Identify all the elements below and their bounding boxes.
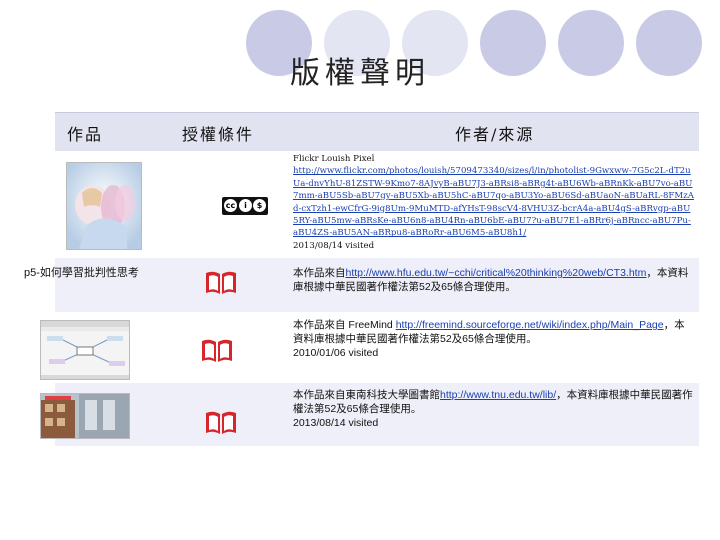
page-title: 版權聲明: [290, 56, 430, 91]
work-label: p5-如何學習批判性思考: [24, 267, 139, 279]
source-link[interactable]: http://www.flickr.com/photos/louish/5709…: [293, 165, 695, 239]
source-link[interactable]: http://freemind.sourceforge.net/wiki/ind…: [396, 319, 664, 331]
thumbnail-image: [40, 393, 130, 439]
source-name: Flickr Louish Pixel: [293, 154, 375, 164]
table-header: 作品 授權條件 作者/來源: [55, 112, 699, 151]
visited-date: 2013/08/14 visited: [293, 417, 379, 429]
book-icon: [202, 339, 232, 362]
source-link[interactable]: http://www.tnu.edu.tw/lib/: [440, 389, 556, 401]
cc-license-icon: cc i $: [222, 197, 268, 215]
visited-date: 2010/01/06 visited: [293, 347, 379, 359]
header-license: 授權條件: [182, 125, 255, 144]
header-author: 作者/來源: [455, 125, 535, 144]
source-credit: 本作品來自東南科技大學圖書館http://www.tnu.edu.tw/lib/…: [293, 388, 695, 430]
source-credit: 本作品來自 FreeMind http://freemind.sourcefor…: [293, 318, 695, 360]
source-credit: Flickr Louish Pixel http://www.flickr.co…: [293, 153, 695, 252]
header-work: 作品: [67, 125, 104, 144]
visited-date: 2013/08/14 visited: [293, 240, 375, 251]
thumbnail-image: [40, 320, 130, 380]
book-icon: [206, 411, 236, 434]
source-credit: 本作品來自http://www.hfu.edu.tw/~cchi/critica…: [293, 267, 689, 293]
book-icon: [206, 271, 236, 294]
source-link[interactable]: http://www.hfu.edu.tw/~cchi/critical%20t…: [346, 267, 647, 279]
thumbnail-image: [66, 162, 142, 250]
